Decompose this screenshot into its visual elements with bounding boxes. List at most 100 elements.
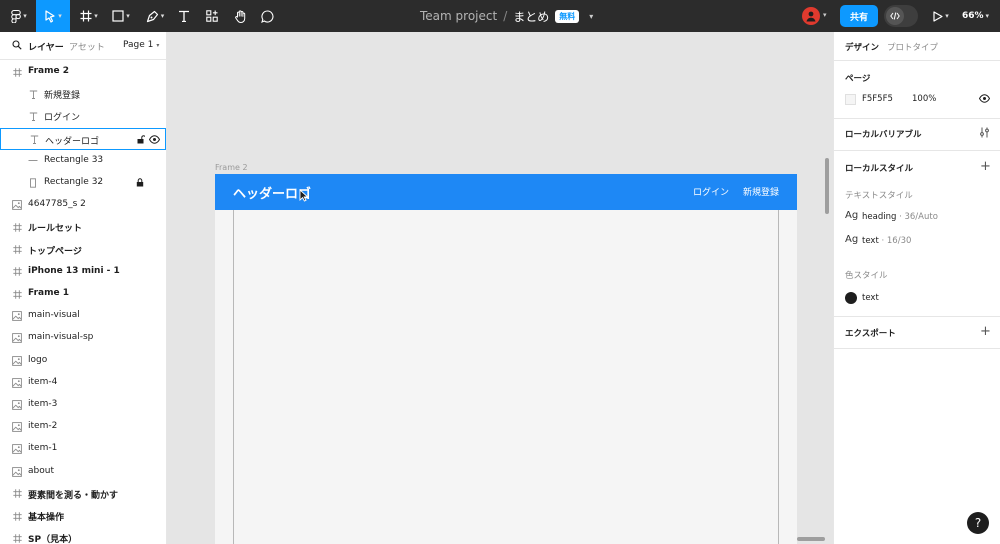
eye-icon[interactable]	[979, 94, 990, 103]
chevron-down-icon: ▾	[945, 12, 949, 20]
text-style-text[interactable]: text · 16/30	[862, 236, 911, 246]
text-tool-button[interactable]	[174, 0, 194, 32]
figma-logo-icon	[11, 9, 22, 23]
layer-row[interactable]: item-2	[0, 416, 166, 438]
main-menu-button[interactable]: ▾	[4, 0, 34, 32]
sliders-adjust-icon[interactable]	[979, 127, 990, 138]
layer-name: logo	[28, 354, 48, 365]
hash-frame-icon	[80, 10, 92, 22]
comment-tool-button[interactable]	[257, 0, 277, 32]
local-styles-heading: ローカルスタイル	[845, 164, 914, 174]
layer-row[interactable]: item-3	[0, 394, 166, 416]
layer-name: Rectangle 33	[44, 154, 104, 165]
horizontal-scrollbar[interactable]	[797, 537, 825, 541]
add-export-plus-icon[interactable]: +	[980, 325, 991, 338]
unlock-icon[interactable]	[137, 134, 146, 147]
page-section-heading: ページ	[845, 74, 871, 84]
color-style-text[interactable]: text	[862, 293, 879, 303]
nav-login-link[interactable]: ログイン	[693, 185, 729, 198]
file-name[interactable]: まとめ	[513, 8, 549, 25]
layer-row[interactable]: Rectangle 33	[0, 150, 166, 172]
layer-row[interactable]: トップページ	[0, 239, 166, 261]
page-color-swatch[interactable]	[845, 94, 856, 105]
layer-row[interactable]: main-visual	[0, 305, 166, 327]
local-variables-heading[interactable]: ローカルバリアブル	[845, 128, 922, 140]
cursor-arrow-icon	[45, 9, 55, 23]
frame-label[interactable]: Frame 2	[215, 163, 248, 172]
dev-mode-toggle[interactable]	[884, 5, 918, 27]
lock-icon[interactable]	[136, 178, 144, 190]
shape-tool-button[interactable]: ▾	[108, 0, 134, 32]
add-style-plus-icon[interactable]: +	[980, 160, 991, 173]
present-button[interactable]: ▾	[928, 0, 954, 32]
page-selector[interactable]: Page 1 ▾	[123, 40, 159, 50]
pen-tool-button[interactable]: ▾	[142, 0, 168, 32]
site-header[interactable]: ヘッダーロゴ ログイン 新規登録	[215, 174, 797, 210]
export-heading[interactable]: エクスポート	[845, 327, 896, 339]
tab-layers[interactable]: レイヤー	[28, 40, 64, 53]
file-title[interactable]: Team project / まとめ 無料 ▾	[420, 0, 593, 32]
layer-row[interactable]: iPhone 13 mini - 1	[0, 261, 166, 283]
resources-tool-button[interactable]	[202, 0, 222, 32]
frame-2[interactable]: ヘッダーロゴ ログイン 新規登録	[215, 174, 797, 544]
layer-name: トップページ	[28, 246, 82, 257]
help-button[interactable]: ?	[967, 512, 989, 534]
layer-row[interactable]: ルールセット	[0, 216, 166, 238]
layer-row[interactable]: ログイン	[0, 105, 166, 127]
nav-signup-link[interactable]: 新規登録	[743, 185, 779, 198]
frame-icon	[12, 67, 22, 77]
layer-row[interactable]: ヘッダーロゴ	[0, 127, 166, 150]
color-style-swatch[interactable]	[845, 292, 857, 304]
layer-row[interactable]: item-4	[0, 372, 166, 394]
layer-name: item-2	[28, 421, 58, 432]
layer-row[interactable]: 新規登録	[0, 83, 166, 105]
rectangle-32[interactable]	[233, 210, 779, 544]
layer-name: Rectangle 32	[44, 177, 104, 187]
canvas[interactable]: Frame 2 ヘッダーロゴ ログイン 新規登録	[167, 32, 833, 544]
layer-row[interactable]: Rectangle 32	[0, 172, 166, 194]
zoom-menu[interactable]: 66% ▾	[962, 0, 989, 32]
layer-row[interactable]: item-1	[0, 438, 166, 460]
move-tool-button[interactable]: ▾	[36, 0, 70, 32]
project-name[interactable]: Team project	[420, 9, 497, 23]
eye-icon[interactable]	[148, 134, 161, 147]
tab-assets[interactable]: アセット	[69, 40, 105, 53]
chevron-down-icon[interactable]: ▾	[589, 12, 593, 21]
image-icon	[12, 400, 22, 410]
layer-row[interactable]: Frame 1	[0, 283, 166, 305]
frame-tool-button[interactable]: ▾	[76, 0, 102, 32]
mouse-pointer-icon	[299, 189, 309, 202]
layer-row[interactable]: 要素間を測る・動かす	[0, 483, 166, 505]
vertical-scrollbar[interactable]	[825, 158, 829, 214]
layer-row[interactable]: about	[0, 461, 166, 483]
image-icon	[12, 355, 22, 366]
layer-row[interactable]: SP（見本）	[0, 527, 166, 544]
text-style-ag-icon: Ag	[845, 210, 859, 221]
layer-name: ヘッダーロゴ	[45, 136, 100, 147]
layer-row[interactable]: logo	[0, 350, 166, 372]
page-opacity[interactable]: 100%	[912, 94, 936, 104]
tab-prototype[interactable]: プロトタイプ	[887, 41, 938, 53]
layer-row[interactable]: Frame 2	[0, 61, 166, 83]
image-icon	[12, 377, 22, 388]
layer-row[interactable]: main-visual-sp	[0, 327, 166, 349]
layer-name: item-4	[28, 376, 58, 387]
design-panel: デザイン プロトタイプ ページ F5F5F5 100% ローカルバリアブル ロー…	[833, 32, 1000, 544]
layer-name: 新規登録	[44, 91, 81, 102]
rectangle-icon	[112, 10, 124, 22]
layer-row[interactable]: 基本操作	[0, 505, 166, 527]
page-color-hex[interactable]: F5F5F5	[862, 94, 893, 104]
title-separator: /	[503, 9, 508, 23]
layer-row[interactable]: 4647785_s 2	[0, 194, 166, 216]
share-button[interactable]: 共有	[840, 5, 878, 27]
layer-name: Frame 2	[28, 66, 69, 76]
layer-name: main-visual	[28, 310, 80, 321]
user-avatar[interactable]	[802, 7, 820, 25]
tab-design[interactable]: デザイン	[845, 41, 879, 53]
comment-bubble-icon	[260, 9, 273, 23]
hand-tool-button[interactable]	[230, 0, 250, 32]
search-icon[interactable]	[12, 40, 22, 50]
chevron-down-icon[interactable]: ▾	[823, 11, 827, 19]
image-icon	[12, 422, 22, 433]
text-style-heading[interactable]: heading · 36/Auto	[862, 212, 938, 222]
